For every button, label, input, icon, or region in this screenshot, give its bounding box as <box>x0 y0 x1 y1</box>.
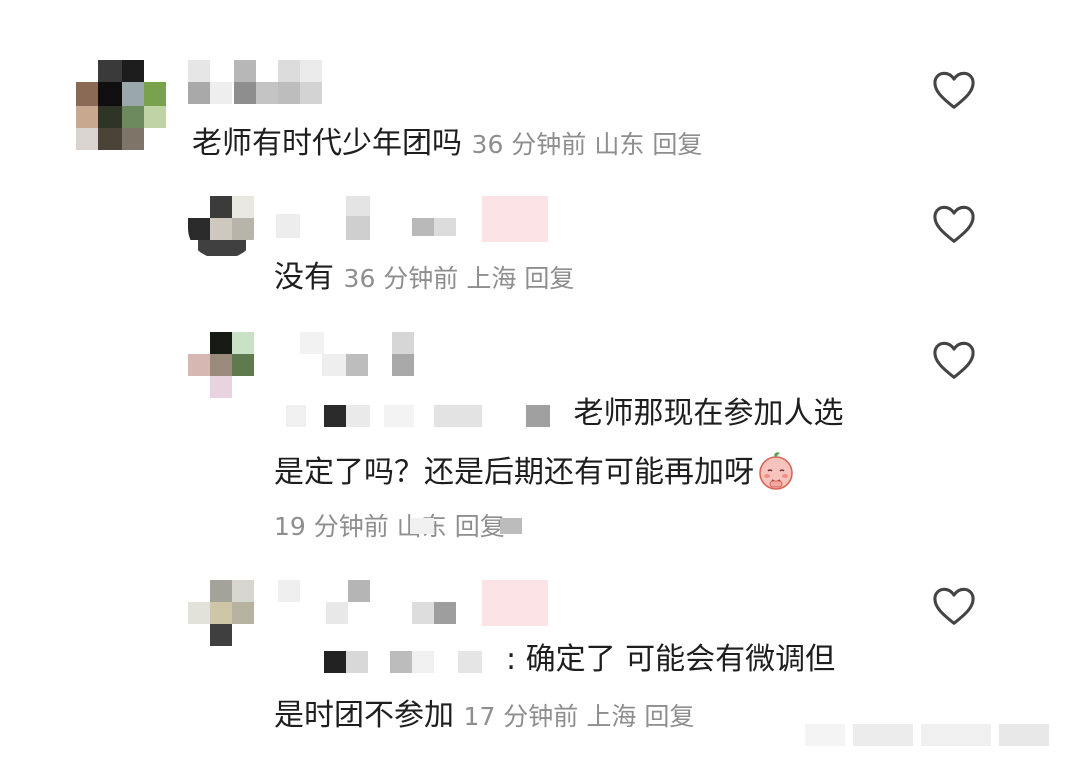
comment-location: 上海 <box>586 702 637 731</box>
comment-meta: 36 分钟前 山东 回复 <box>472 130 711 159</box>
comment-body: : 确定了 可能会有微调但 <box>274 640 835 680</box>
watermark <box>805 716 1055 752</box>
comment-body-line2: 是时团不参加 17 分钟前 上海 回复 <box>274 696 702 737</box>
comment-text: 老师那现在参加人选 <box>573 396 844 431</box>
mention-tag[interactable] <box>274 649 506 673</box>
heart-icon[interactable] <box>932 586 976 626</box>
comment-meta: 17 分钟前 上海 回复 <box>464 702 703 731</box>
heart-icon[interactable] <box>932 204 976 244</box>
comment-text: : 确定了 可能会有微调但 <box>506 642 836 677</box>
heart-icon[interactable] <box>932 70 976 110</box>
overlap-blur <box>410 518 530 538</box>
reply-button[interactable]: 回复 <box>652 130 702 159</box>
comment-time: 17 分钟前 <box>463 702 579 731</box>
comment-location: 上海 <box>466 264 517 293</box>
comment-body: 没有 36 分钟前 上海 回复 <box>274 258 582 299</box>
comment-time: 19 分钟前 <box>274 512 389 541</box>
comment-meta: 36 分钟前 上海 回复 <box>344 264 583 293</box>
comment-text: 是定了吗？还是后期还有可能再加呀 <box>274 455 754 490</box>
username[interactable] <box>188 60 328 108</box>
avatar[interactable] <box>188 580 258 650</box>
comment-location: 山东 <box>594 130 645 159</box>
avatar[interactable] <box>188 196 256 258</box>
comment-text: 老师有时代少年团吗 <box>192 126 462 161</box>
comment-body: 老师有时代少年团吗 36 分钟前 山东 回复 <box>192 124 710 165</box>
comment-text: 是时团不参加 <box>274 698 454 733</box>
username[interactable] <box>276 196 556 244</box>
reply-button[interactable]: 回复 <box>524 264 574 293</box>
username[interactable] <box>300 332 440 380</box>
comment-time: 36 分钟前 <box>343 264 459 293</box>
shy-face-emoji <box>759 452 793 490</box>
username[interactable] <box>278 580 558 628</box>
mention-tag[interactable] <box>274 403 564 427</box>
avatar[interactable] <box>188 332 258 402</box>
comment-body: 老师那现在参加人选 <box>274 394 844 434</box>
comment-text: 没有 <box>274 260 334 295</box>
reply-button[interactable]: 回复 <box>644 702 694 731</box>
comment-time: 36 分钟前 <box>471 130 587 159</box>
comment-body-line2: 是定了吗？还是后期还有可能再加呀 <box>274 450 796 493</box>
avatar[interactable] <box>76 60 168 152</box>
heart-icon[interactable] <box>932 340 976 380</box>
